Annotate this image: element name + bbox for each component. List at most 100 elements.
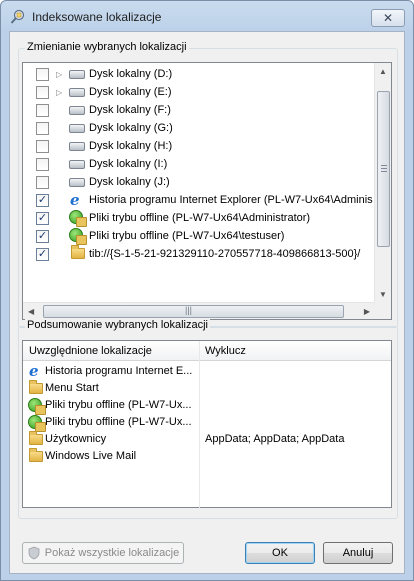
checkbox[interactable] (36, 139, 49, 153)
grip-line (381, 168, 387, 169)
checkbox[interactable] (36, 67, 49, 81)
show-all-locations-button[interactable]: Pokaż wszystkie lokalizacje (22, 542, 184, 564)
drive-icon (69, 124, 85, 133)
tree-item[interactable]: Dysk lokalny (F:) (23, 101, 375, 119)
checkbox[interactable] (36, 157, 49, 171)
tree-item-label: Dysk lokalny (F:) (89, 104, 171, 116)
tree-item-label: tib://{S-1-5-21-921329110-270557718-4098… (89, 248, 361, 260)
folder-icon (71, 245, 85, 259)
grip-icon: ||| (185, 305, 193, 315)
included-location: Historia programu Internet E... (45, 365, 193, 377)
checkbox[interactable] (36, 85, 49, 99)
list-item[interactable]: Pliki trybu offline (PL-W7-Ux... (23, 414, 391, 432)
scroll-down-icon[interactable]: ▼ (379, 290, 387, 299)
folder-icon (29, 431, 43, 445)
grip-line (381, 171, 387, 172)
vertical-scrollbar[interactable]: ▲ ▼ (374, 63, 391, 303)
summary-label: Podsumowanie wybranych lokalizacji (25, 319, 210, 331)
included-location: Użytkownicy (45, 433, 107, 445)
tree-item[interactable]: Dysk lokalny (G:) (23, 119, 375, 137)
tree-item-label: Dysk lokalny (D:) (89, 68, 173, 80)
column-header-exclude[interactable]: Wyklucz (205, 345, 246, 357)
cancel-label: Anuluj (342, 547, 374, 559)
folder-icon (29, 380, 43, 394)
list-header: Uwzględnione lokalizacje Wyklucz (23, 341, 391, 361)
checkbox[interactable] (36, 103, 49, 117)
tree-item[interactable]: ✓ e Historia programu Internet Explorer … (23, 191, 375, 209)
tree-item-label: Pliki trybu offline (PL-W7-Ux64\Administ… (89, 212, 311, 224)
included-location: Menu Start (45, 382, 99, 394)
checkbox-checked[interactable]: ✓ (36, 193, 49, 207)
locations-tree[interactable]: ▷ Dysk lokalny (D:) ▷ Dysk lokalny (E:) … (22, 62, 392, 320)
tree-item[interactable]: ✓ Pliki trybu offline (PL-W7-Ux64\Admini… (23, 209, 375, 227)
included-location: Pliki trybu offline (PL-W7-Ux... (45, 399, 192, 411)
change-locations-label: Zmienianie wybranych lokalizacji (25, 41, 189, 53)
indexed-locations-dialog: Indeksowane lokalizacje ✕ Zmienianie wyb… (0, 0, 414, 581)
vertical-scroll-thumb[interactable] (377, 91, 390, 247)
close-icon: ✕ (382, 11, 394, 25)
tree-item[interactable]: ✓ Pliki trybu offline (PL-W7-Ux64\testus… (23, 227, 375, 245)
horizontal-scrollbar[interactable]: ◀ ||| ▶ (23, 302, 375, 319)
tree-item-label: Dysk lokalny (H:) (89, 140, 173, 152)
drive-icon (69, 70, 85, 79)
shield-icon (28, 546, 40, 560)
scroll-right-icon[interactable]: ▶ (364, 307, 370, 316)
list-item[interactable]: Windows Live Mail (23, 448, 391, 465)
sync-center-icon (28, 398, 46, 415)
list-item[interactable]: Pliki trybu offline (PL-W7-Ux... (23, 397, 391, 415)
tree-item-label: Dysk lokalny (G:) (89, 122, 173, 134)
scroll-up-icon[interactable]: ▲ (379, 67, 387, 76)
window-title: Indeksowane lokalizacje (32, 10, 162, 24)
tree-item[interactable]: Dysk lokalny (I:) (23, 155, 375, 173)
tree-item[interactable]: Dysk lokalny (J:) (23, 173, 375, 191)
scrollbar-corner (374, 302, 391, 319)
drive-icon (69, 160, 85, 169)
dialog-body: Zmienianie wybranych lokalizacji ▷ Dysk … (9, 31, 405, 574)
checkbox[interactable] (36, 121, 49, 135)
list-item[interactable]: Użytkownicy AppData; AppData; AppData (23, 431, 391, 448)
tree-item-label: Dysk lokalny (I:) (89, 158, 168, 170)
tree-item-label: Dysk lokalny (E:) (89, 86, 172, 98)
tree-item[interactable]: ✓ tib://{S-1-5-21-921329110-270557718-40… (23, 245, 375, 263)
sync-center-icon (69, 210, 87, 227)
show-all-label: Pokaż wszystkie lokalizacje (44, 547, 180, 559)
grip-line (381, 165, 387, 166)
sync-center-icon (28, 415, 46, 432)
list-item[interactable]: e Historia programu Internet E... (23, 363, 391, 380)
ok-label: OK (272, 547, 288, 559)
checkbox-checked[interactable]: ✓ (36, 247, 49, 261)
checkbox-checked[interactable]: ✓ (36, 211, 49, 225)
excluded-value: AppData; AppData; AppData (205, 433, 345, 445)
drive-icon (69, 178, 85, 187)
tree-item[interactable]: Dysk lokalny (H:) (23, 137, 375, 155)
summary-list[interactable]: Uwzględnione lokalizacje Wyklucz e Histo… (22, 340, 392, 509)
tree-items: ▷ Dysk lokalny (D:) ▷ Dysk lokalny (E:) … (23, 63, 375, 303)
included-location: Windows Live Mail (45, 450, 137, 462)
internet-explorer-icon: e (29, 362, 39, 380)
close-button[interactable]: ✕ (371, 9, 405, 27)
horizontal-scroll-thumb[interactable]: ||| (43, 305, 344, 318)
drive-icon (69, 88, 85, 97)
drive-icon (69, 106, 85, 115)
list-item[interactable]: Menu Start (23, 380, 391, 397)
title-bar[interactable]: Indeksowane lokalizacje ✕ (1, 1, 413, 31)
expand-arrow-icon[interactable]: ▷ (56, 70, 62, 79)
ok-button[interactable]: OK (245, 542, 315, 564)
tree-item-label: Historia programu Internet Explorer (PL-… (89, 194, 373, 206)
checkbox-checked[interactable]: ✓ (36, 229, 49, 243)
scroll-left-icon[interactable]: ◀ (28, 307, 34, 316)
drive-icon (69, 142, 85, 151)
expand-arrow-icon[interactable]: ▷ (56, 88, 62, 97)
tree-item-label: Pliki trybu offline (PL-W7-Ux64\testuser… (89, 230, 285, 242)
checkbox[interactable] (36, 175, 49, 189)
internet-explorer-icon: e (70, 191, 80, 209)
tree-item[interactable]: ▷ Dysk lokalny (D:) (23, 65, 375, 83)
tree-item[interactable]: ▷ Dysk lokalny (E:) (23, 83, 375, 101)
folder-icon (29, 448, 43, 462)
tree-item-label: Dysk lokalny (J:) (89, 176, 170, 188)
column-header-included[interactable]: Uwzględnione lokalizacje (29, 345, 152, 357)
sync-center-icon (69, 228, 87, 245)
cancel-button[interactable]: Anuluj (323, 542, 393, 564)
indexing-options-icon (10, 9, 25, 24)
included-location: Pliki trybu offline (PL-W7-Ux... (45, 416, 192, 428)
